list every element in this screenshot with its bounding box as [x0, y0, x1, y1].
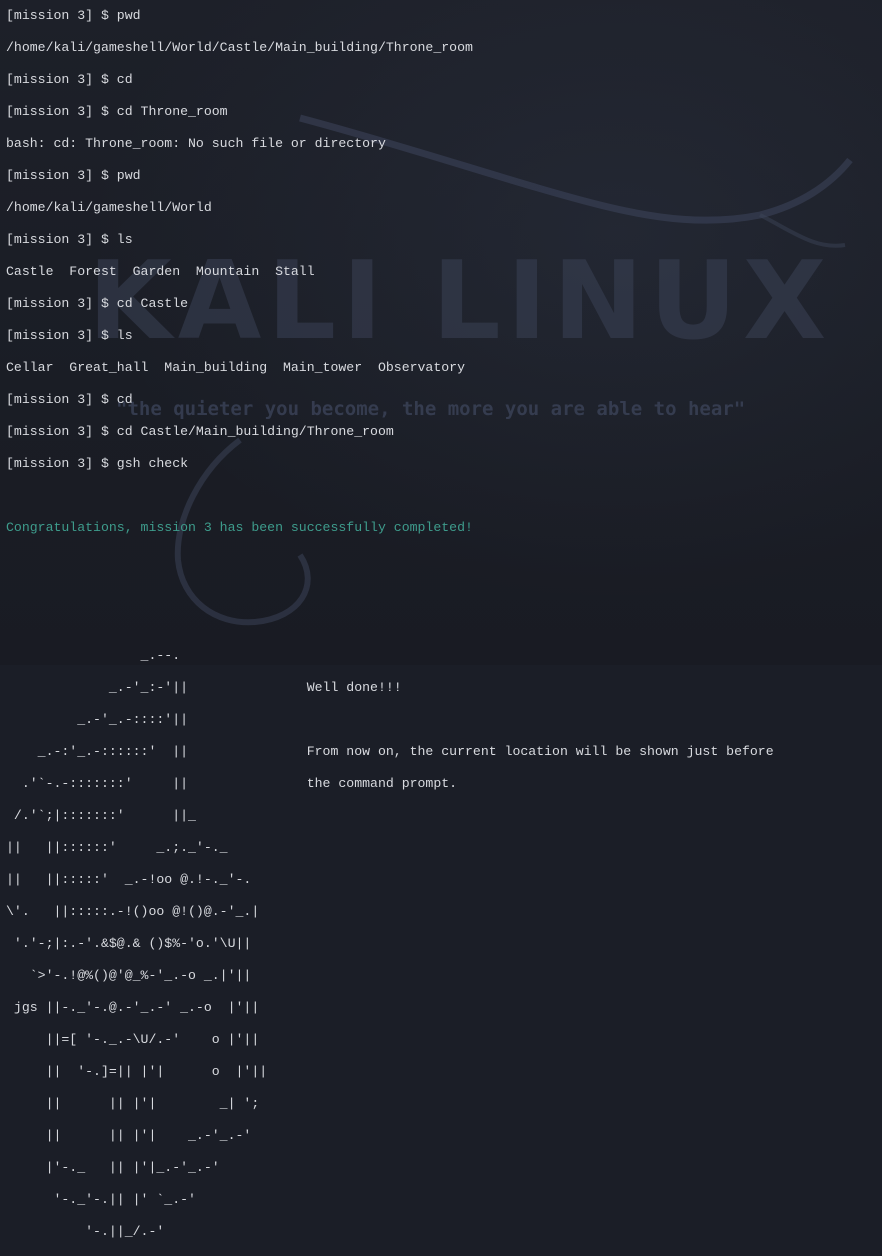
ascii-art-line: _.-'_:-'|| Well done!!! [6, 680, 402, 695]
ascii-art-line: || || |'| _| '; [6, 1096, 260, 1111]
ascii-art-line: || '-.]=|| |'| o |'|| [6, 1064, 268, 1079]
ascii-art-line: _.-'_.-::::'|| [6, 712, 189, 727]
ascii-art-line: || || |'| _.-'_.-' [6, 1128, 252, 1143]
ascii-art-line: '-.||_/.-' [6, 1224, 165, 1239]
terminal-line: [mission 3] $ ls [6, 232, 133, 247]
terminal-line: [mission 3] $ cd Castle [6, 296, 189, 311]
ascii-art-line: \'. ||:::::.-!()oo @!()@.-'_.| [6, 904, 260, 919]
terminal-line: bash: cd: Throne_room: No such file or d… [6, 136, 386, 151]
success-message: Congratulations, mission 3 has been succ… [6, 520, 473, 535]
ascii-art-line: ||=[ '-._.-\U/.-' o |'|| [6, 1032, 260, 1047]
terminal-line: [mission 3] $ cd [6, 72, 133, 87]
ascii-art-line: `>'-.!@%()@'@_%-'_.-o _.|'|| [6, 968, 252, 983]
ascii-art-line: |'-._ || |'|_.-'_.-' [6, 1160, 220, 1175]
ascii-art-line: || ||:::::' _.-!oo @.!-._'-. [6, 872, 252, 887]
terminal-line: [mission 3] $ gsh check [6, 456, 189, 471]
ascii-art-line: /.'`;|:::::::' ||_ [6, 808, 196, 823]
ascii-art-line: jgs ||-._'-.@.-'_.-' _.-o |'|| [6, 1000, 260, 1015]
terminal-line: [mission 3] $ pwd [6, 168, 141, 183]
ascii-art-line: '-._'-.|| |' `_.-' [6, 1192, 196, 1207]
ascii-art-line: '.'-;|:.-'.&$@.& ()$%-'o.'\U|| [6, 936, 252, 951]
terminal-line: [mission 3] $ cd [6, 392, 133, 407]
ascii-art-line: || ||::::::' _.;._'-._ [6, 840, 228, 855]
terminal-output[interactable]: [mission 3] $ pwd /home/kali/gameshell/W… [6, 8, 774, 1256]
ascii-art-line: .'`-.-:::::::' || the command prompt. [6, 776, 458, 791]
terminal-line: [mission 3] $ cd Throne_room [6, 104, 228, 119]
ascii-art-line: _.-:'_.-::::::' || From now on, the curr… [6, 744, 774, 759]
terminal-line: Castle Forest Garden Mountain Stall [6, 264, 315, 279]
terminal-line: [mission 3] $ cd Castle/Main_building/Th… [6, 424, 394, 439]
ascii-art-line: _.--. [6, 648, 181, 663]
terminal-line: /home/kali/gameshell/World/Castle/Main_b… [6, 40, 473, 55]
terminal-line: [mission 3] $ ls [6, 328, 133, 343]
terminal-line: [mission 3] $ pwd [6, 8, 141, 23]
terminal-line: /home/kali/gameshell/World [6, 200, 212, 215]
terminal-line: Cellar Great_hall Main_building Main_tow… [6, 360, 465, 375]
